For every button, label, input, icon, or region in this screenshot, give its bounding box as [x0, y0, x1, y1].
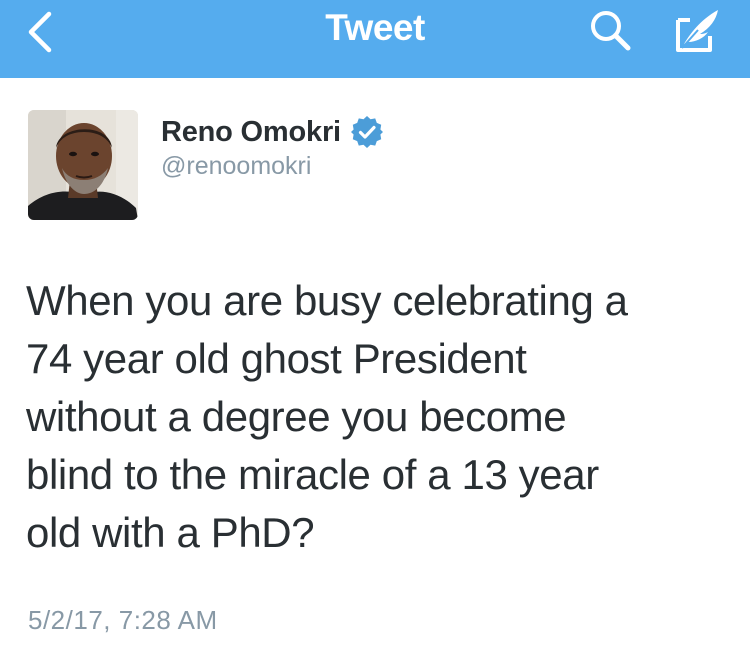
author-name-row: Reno Omokri: [161, 112, 384, 152]
tweet-text: When you are busy celebrating a 74 year …: [26, 272, 726, 562]
compose-tweet-icon: [676, 10, 718, 52]
tweet-text-line: blind to the miracle of a 13 year: [26, 451, 599, 498]
search-button[interactable]: [582, 2, 640, 60]
navigation-bar: Tweet: [0, 0, 750, 78]
tweet-text-line: without a degree you become: [26, 393, 567, 440]
author-name[interactable]: Reno Omokri: [161, 116, 341, 149]
tweet-timestamp: 5/2/17, 7:28 AM: [28, 605, 218, 635]
avatar-photo: [28, 110, 138, 220]
tweet-text-line: old with a PhD?: [26, 509, 315, 556]
search-icon: [591, 11, 631, 51]
author-handle[interactable]: @renoomokri: [161, 152, 311, 181]
compose-tweet-button[interactable]: [664, 2, 730, 60]
avatar[interactable]: [28, 110, 138, 220]
verified-badge-icon: [350, 115, 384, 149]
tweet-detail-screen: Tweet Reno Omokri @renoomokri When you a…: [0, 0, 750, 672]
tweet-text-line: 74 year old ghost President: [26, 335, 527, 382]
tweet-text-line: When you are busy celebrating a: [26, 277, 628, 324]
tweet-author: Reno Omokri @renoomokri: [28, 106, 728, 226]
